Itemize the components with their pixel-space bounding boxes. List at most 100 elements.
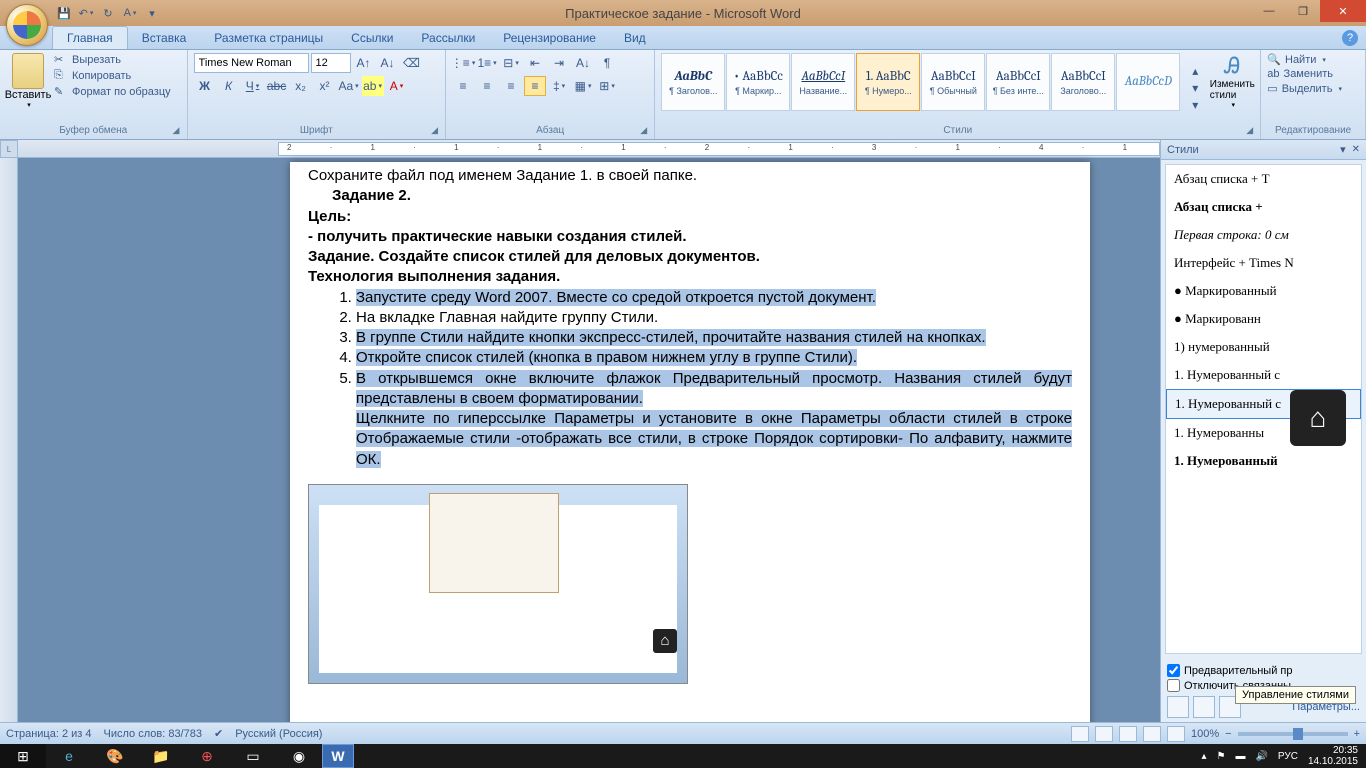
start-button[interactable]: ⊞ bbox=[0, 744, 46, 768]
redo-icon[interactable]: ↻ bbox=[99, 4, 117, 22]
subscript-button[interactable]: x₂ bbox=[290, 76, 312, 96]
font-color-button[interactable]: A▾ bbox=[386, 76, 408, 96]
status-words[interactable]: Число слов: 83/783 bbox=[104, 728, 202, 740]
taskbar-paint-icon[interactable]: 🎨 bbox=[92, 744, 138, 768]
copy-button[interactable]: ⎘Копировать bbox=[54, 69, 171, 83]
office-button[interactable] bbox=[6, 4, 48, 46]
status-page[interactable]: Страница: 2 из 4 bbox=[6, 728, 92, 740]
taskbar-explorer-icon[interactable]: 📁 bbox=[138, 744, 184, 768]
align-left-button[interactable]: ≡ bbox=[452, 76, 474, 96]
font-size-input[interactable] bbox=[311, 53, 351, 73]
shrink-font-icon[interactable]: A↓ bbox=[377, 53, 399, 73]
indent-right-button[interactable]: ⇥ bbox=[548, 53, 570, 73]
save-icon[interactable]: 💾 bbox=[55, 4, 73, 22]
change-case-button[interactable]: Aa▾ bbox=[338, 76, 360, 96]
pane-close-icon[interactable]: ✕ bbox=[1352, 144, 1360, 155]
tab-home[interactable]: Главная bbox=[52, 26, 128, 49]
tab-layout[interactable]: Разметка страницы bbox=[200, 27, 337, 49]
inspect-style-icon[interactable] bbox=[1193, 696, 1215, 718]
tray-flag-icon[interactable]: ⚑ bbox=[1216, 751, 1225, 762]
style-row[interactable]: ● Маркированн bbox=[1166, 305, 1361, 333]
pane-dropdown-icon[interactable]: ▾ bbox=[1340, 143, 1346, 156]
borders-button[interactable]: ⊞▾ bbox=[596, 76, 618, 96]
style-row[interactable]: 1. Нумерованный с bbox=[1166, 361, 1361, 389]
vertical-ruler[interactable] bbox=[0, 158, 18, 722]
tab-references[interactable]: Ссылки bbox=[337, 27, 407, 49]
qat-menu-icon[interactable]: A▾ bbox=[121, 4, 139, 22]
taskbar-chrome-icon[interactable]: ◉ bbox=[276, 744, 322, 768]
line-spacing-button[interactable]: ‡▾ bbox=[548, 76, 570, 96]
shading-button[interactable]: ▦▾ bbox=[572, 76, 594, 96]
status-proofing-icon[interactable]: ✔ bbox=[214, 727, 223, 740]
tray-volume-icon[interactable]: 🔊 bbox=[1255, 751, 1267, 762]
style-item[interactable]: • AaBbCc¶ Маркир... bbox=[726, 53, 790, 111]
multilevel-button[interactable]: ⊟▾ bbox=[500, 53, 522, 73]
undo-icon[interactable]: ↶▾ bbox=[77, 4, 95, 22]
tab-insert[interactable]: Вставка bbox=[128, 27, 201, 49]
view-fullscreen-icon[interactable] bbox=[1095, 726, 1113, 742]
bullets-button[interactable]: ⋮≡▾ bbox=[452, 53, 474, 73]
status-language[interactable]: Русский (Россия) bbox=[235, 728, 322, 740]
indent-left-button[interactable]: ⇤ bbox=[524, 53, 546, 73]
view-web-icon[interactable] bbox=[1119, 726, 1137, 742]
font-launcher-icon[interactable]: ◢ bbox=[431, 125, 443, 137]
taskbar-word-icon[interactable]: W bbox=[322, 744, 354, 768]
style-row[interactable]: Первая строка: 0 см bbox=[1166, 221, 1361, 249]
clipboard-launcher-icon[interactable]: ◢ bbox=[173, 125, 185, 137]
style-row[interactable]: 1) нумерованный bbox=[1166, 333, 1361, 361]
underline-button[interactable]: Ч▾ bbox=[242, 76, 264, 96]
tab-view[interactable]: Вид bbox=[610, 27, 660, 49]
view-outline-icon[interactable] bbox=[1143, 726, 1161, 742]
highlight-button[interactable]: ab▾ bbox=[362, 76, 384, 96]
zoom-slider[interactable] bbox=[1238, 732, 1348, 736]
strike-button[interactable]: abc bbox=[266, 76, 288, 96]
style-row[interactable]: Абзац списка + T bbox=[1166, 165, 1361, 193]
horizontal-ruler[interactable]: 2 · 1 · 1 · 1 · 1 · 2 · 1 · 3 · 1 · 4 · … bbox=[18, 140, 1160, 158]
preview-checkbox[interactable]: Предварительный пр bbox=[1167, 664, 1360, 677]
taskbar-ie-icon[interactable]: e bbox=[46, 744, 92, 768]
style-item[interactable]: AaBbC¶ Заголов... bbox=[661, 53, 725, 111]
style-item[interactable]: AaBbCcI¶ Без инте... bbox=[986, 53, 1050, 111]
taskbar-app-icon[interactable]: ⊕ bbox=[184, 744, 230, 768]
style-item[interactable]: AaBbCcI¶ Обычный bbox=[921, 53, 985, 111]
new-style-icon[interactable] bbox=[1167, 696, 1189, 718]
gallery-more-icon[interactable]: ▾ bbox=[1184, 97, 1206, 113]
style-row[interactable]: ● Маркированный bbox=[1166, 277, 1361, 305]
format-painter-button[interactable]: ✎Формат по образцу bbox=[54, 85, 171, 99]
replace-button[interactable]: abЗаменить bbox=[1267, 68, 1359, 80]
styles-gallery[interactable]: AaBbC¶ Заголов... • AaBbCc¶ Маркир... Aa… bbox=[661, 53, 1180, 123]
document-text[interactable]: Сохраните файл под именем Задание 1. в с… bbox=[308, 166, 1072, 684]
clear-format-icon[interactable]: ⌫ bbox=[401, 53, 423, 73]
tab-mailings[interactable]: Рассылки bbox=[407, 27, 489, 49]
close-button[interactable]: ✕ bbox=[1320, 0, 1366, 22]
cut-button[interactable]: ✂Вырезать bbox=[54, 53, 171, 67]
style-item[interactable]: AaBbCcD bbox=[1116, 53, 1180, 111]
sort-button[interactable]: A↓ bbox=[572, 53, 594, 73]
view-print-icon[interactable] bbox=[1071, 726, 1089, 742]
zoom-out-icon[interactable]: − bbox=[1225, 728, 1231, 740]
numbering-button[interactable]: 1≡▾ bbox=[476, 53, 498, 73]
zoom-in-icon[interactable]: + bbox=[1354, 728, 1360, 740]
tray-clock[interactable]: 20:3514.10.2015 bbox=[1308, 745, 1358, 767]
gallery-up-icon[interactable]: ▴ bbox=[1184, 63, 1206, 79]
show-marks-button[interactable]: ¶ bbox=[596, 53, 618, 73]
zoom-level[interactable]: 100% bbox=[1191, 728, 1219, 740]
qat-dropdown-icon[interactable]: ▾ bbox=[143, 4, 161, 22]
superscript-button[interactable]: x² bbox=[314, 76, 336, 96]
justify-button[interactable]: ≡ bbox=[524, 76, 546, 96]
tray-up-icon[interactable]: ▴ bbox=[1201, 751, 1206, 762]
tab-review[interactable]: Рецензирование bbox=[489, 27, 610, 49]
italic-button[interactable]: К bbox=[218, 76, 240, 96]
styles-launcher-icon[interactable]: ◢ bbox=[1246, 125, 1258, 137]
gallery-down-icon[interactable]: ▾ bbox=[1184, 80, 1206, 96]
font-name-input[interactable] bbox=[194, 53, 309, 73]
style-row[interactable]: Абзац списка + bbox=[1166, 193, 1361, 221]
align-right-button[interactable]: ≡ bbox=[500, 76, 522, 96]
taskbar-thumb-icon[interactable]: ▭ bbox=[230, 744, 276, 768]
style-row[interactable]: Интерфейс + Times N bbox=[1166, 249, 1361, 277]
maximize-button[interactable]: ❐ bbox=[1286, 0, 1320, 22]
select-button[interactable]: ▭Выделить▾ bbox=[1267, 82, 1359, 95]
help-icon[interactable]: ? bbox=[1342, 30, 1358, 46]
style-item[interactable]: AaBbCcIЗаголово... bbox=[1051, 53, 1115, 111]
para-launcher-icon[interactable]: ◢ bbox=[640, 125, 652, 137]
